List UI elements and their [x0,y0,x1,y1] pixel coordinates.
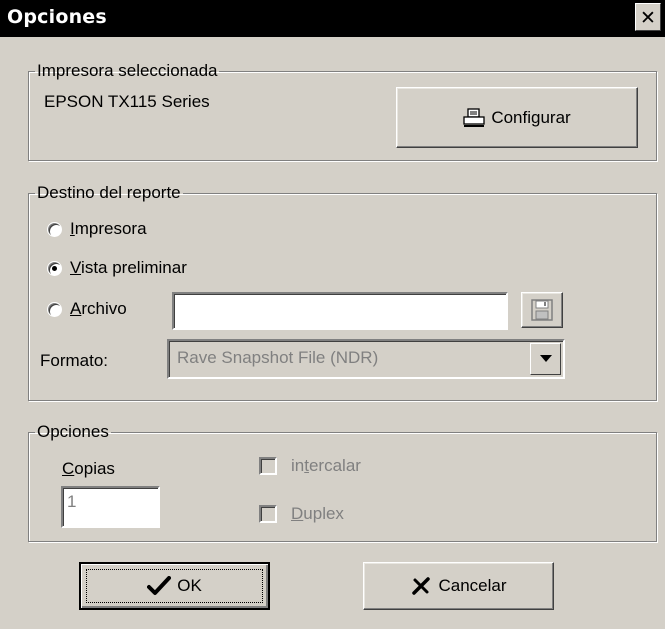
chevron-down-icon[interactable] [530,343,561,375]
copies-input[interactable]: 1 [61,486,160,528]
close-button[interactable]: ✕ [635,3,661,31]
cancel-label: Cancelar [438,576,507,595]
radio-impresora[interactable] [47,222,62,237]
title-bar[interactable]: Opciones ✕ [0,0,665,37]
floppy-disk-icon [531,299,553,321]
configure-button[interactable]: Configurar [396,87,638,148]
options-dialog: Opciones ✕ Impresora seleccionada EPSON … [0,0,665,629]
ok-button[interactable]: OK [79,562,270,610]
radio-vista-preliminar-label[interactable]: Vista preliminar [70,258,187,278]
options-group-legend: Opciones [37,422,109,441]
window-title: Opciones [7,6,107,28]
radio-archivo-label[interactable]: Archivo [70,299,127,319]
cancel-button[interactable]: Cancelar [363,562,554,610]
printer-name: EPSON TX115 Series [44,92,210,111]
destination-group-legend: Destino del reporte [37,183,181,202]
radio-archivo[interactable] [47,302,62,317]
browse-file-button[interactable] [521,292,563,328]
format-value: Rave Snapshot File (NDR) [177,348,379,367]
cancel-x-icon [410,576,432,596]
format-label: Formato: [40,351,109,370]
close-icon: ✕ [640,7,656,29]
duplex-checkbox[interactable] [259,505,277,523]
collate-checkbox[interactable] [259,457,277,475]
radio-impresora-label[interactable]: Impresora [70,219,147,239]
format-select[interactable]: Rave Snapshot File (NDR) [167,339,565,379]
configure-label: Configurar [491,107,571,127]
printer-icon [463,107,485,128]
collate-label[interactable]: intercalar [291,456,361,476]
file-path-input[interactable] [172,292,508,330]
printer-group-legend: Impresora seleccionada [37,61,218,80]
copies-label: Copias [62,459,115,478]
radio-vista-preliminar[interactable] [47,261,62,276]
duplex-label[interactable]: Duplex [291,504,344,524]
